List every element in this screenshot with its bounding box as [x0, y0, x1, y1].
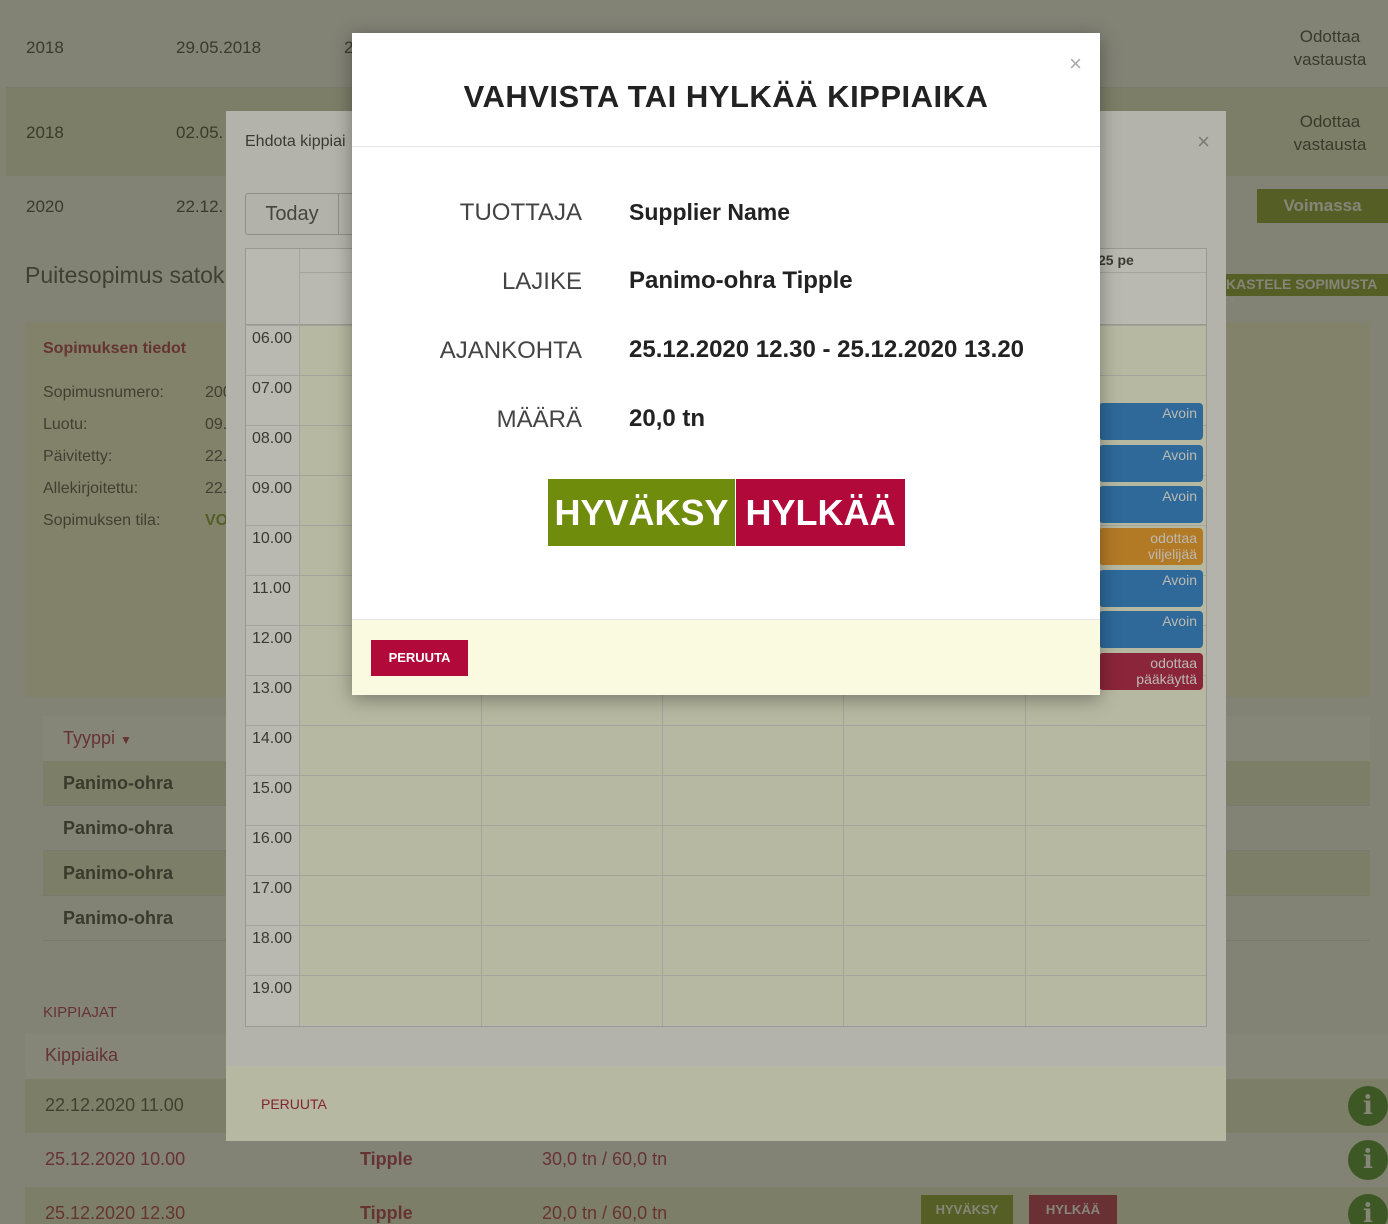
field-value-amount: 20,0 tn [629, 405, 706, 432]
modal-title: VAHVISTA TAI HYLKÄÄ KIPPIAIKA [463, 79, 989, 114]
cancel-button[interactable]: PERUUTA [371, 640, 468, 676]
field-label-time: AJANKOHTA [439, 337, 582, 364]
field-value-variety: Panimo-ohra Tipple [629, 267, 853, 294]
close-icon[interactable]: × [1069, 51, 1082, 77]
field-label-producer: TUOTTAJA [459, 199, 582, 226]
field-value-time: 25.12.2020 12.30 - 25.12.2020 13.20 [629, 336, 1025, 363]
modal-footer: PERUUTA [352, 619, 1100, 695]
field-label-amount: MÄÄRÄ [496, 406, 582, 433]
reject-button[interactable]: HYLKÄÄ [736, 479, 905, 546]
accept-button[interactable]: HYVÄKSY [548, 479, 735, 546]
field-label-variety: LAJIKE [501, 268, 582, 295]
divider [352, 146, 1100, 147]
confirm-modal: × VAHVISTA TAI HYLKÄÄ KIPPIAIKA TUOTTAJA… [352, 33, 1100, 695]
field-value-producer: Supplier Name [629, 199, 791, 225]
